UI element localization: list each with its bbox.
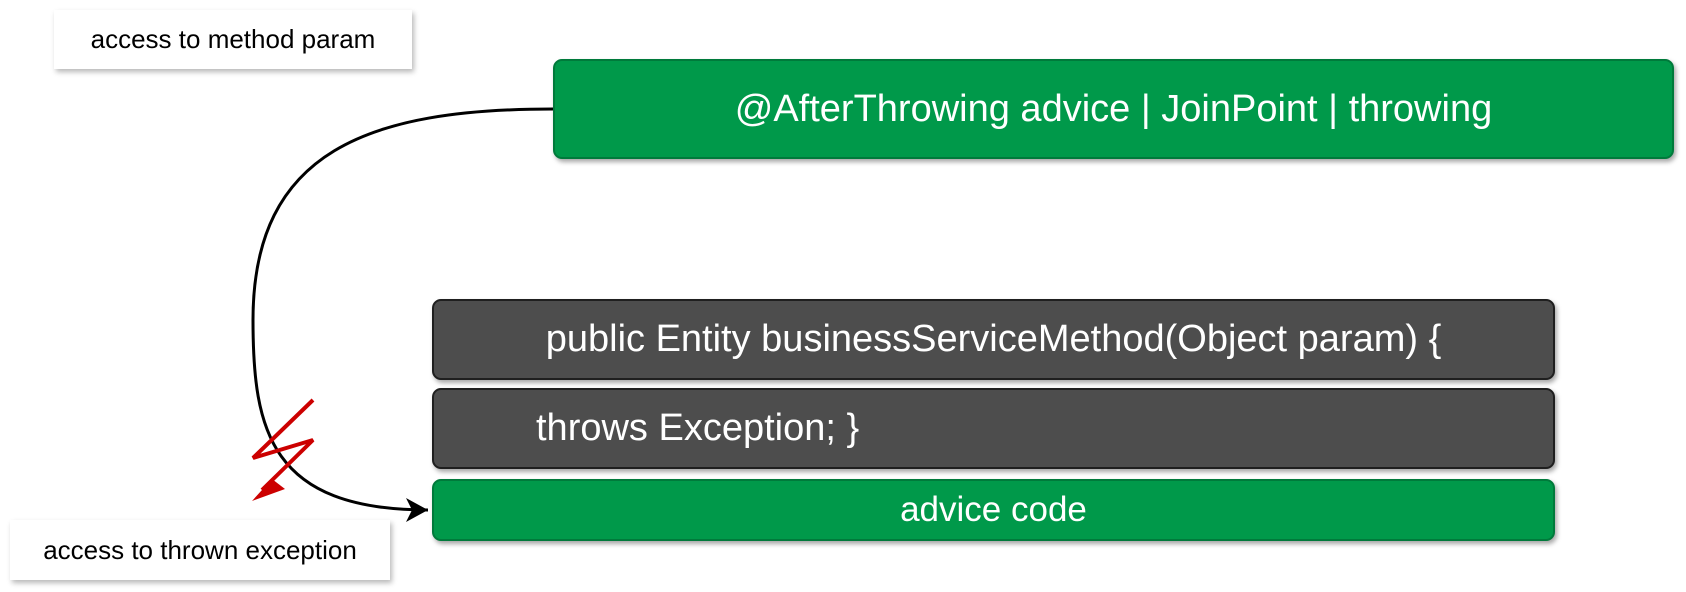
method-throws-box: throws Exception; }	[432, 388, 1555, 469]
method-param-note: access to method param	[54, 10, 412, 69]
method-throws-label: throws Exception; }	[536, 407, 860, 449]
exception-lightning-icon	[251, 398, 315, 492]
thrown-exception-note: access to thrown exception	[10, 520, 390, 580]
method-signature-label: public Entity businessServiceMethod(Obje…	[545, 318, 1442, 360]
after-throwing-advice-label: @AfterThrowing advice | JoinPoint | thro…	[734, 87, 1493, 130]
exception-arrowhead-icon	[252, 479, 285, 501]
connector-arrowhead-icon	[406, 498, 428, 522]
advice-code-box: advice code	[432, 479, 1555, 541]
after-throwing-advice-box: @AfterThrowing advice | JoinPoint | thro…	[553, 59, 1674, 159]
method-param-note-text: access to method param	[90, 24, 376, 54]
method-signature-box: public Entity businessServiceMethod(Obje…	[432, 299, 1555, 380]
thrown-exception-note-text: access to thrown exception	[43, 534, 357, 565]
advice-code-label: advice code	[900, 490, 1087, 529]
